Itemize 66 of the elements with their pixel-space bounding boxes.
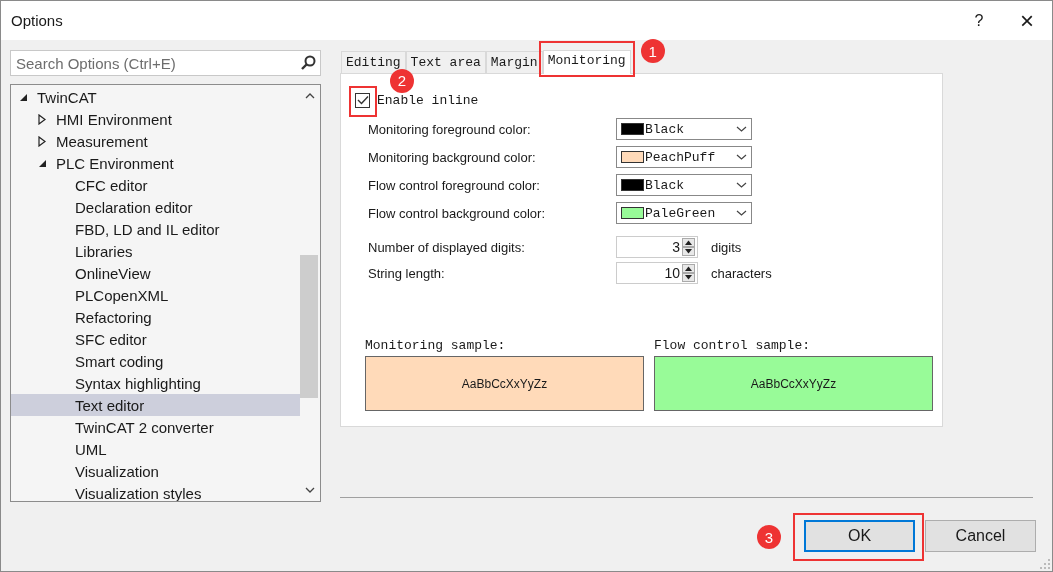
tree-item[interactable]: TwinCAT 2 converter (11, 416, 300, 438)
tree-item[interactable]: Text editor (11, 394, 300, 416)
highlight-frame (349, 85, 377, 117)
dialog-button[interactable]: Cancel (925, 520, 1036, 552)
resize-grip-icon[interactable] (1040, 559, 1050, 569)
setting-label: Monitoring background color: (368, 149, 537, 165)
tree-item[interactable]: SFC editor (11, 328, 300, 350)
spin-up-icon[interactable] (682, 238, 695, 247)
number-spinner[interactable]: 3 (616, 236, 698, 258)
spin-down-icon[interactable] (682, 273, 695, 282)
setting-label: String length: (368, 265, 446, 281)
setting-label: Flow control background color: (368, 205, 547, 221)
tree-item[interactable]: Smart coding (11, 350, 300, 372)
caret-icon (736, 126, 747, 132)
tree-item[interactable]: Libraries (11, 240, 300, 262)
check-icon (356, 95, 369, 105)
dialog-button[interactable]: OK (804, 520, 915, 552)
tree-item[interactable]: Refactoring (11, 306, 300, 328)
sample-label: Monitoring sample: (365, 338, 507, 353)
tree-item[interactable]: OnlineView (11, 262, 300, 284)
setting-label: Flow control foreground color: (368, 177, 541, 193)
scroll-down-icon[interactable] (305, 487, 315, 493)
tree-item[interactable]: PLC Environment (11, 152, 300, 174)
tree-item[interactable]: FBD, LD and IL editor (11, 218, 300, 240)
color-dropdown[interactable]: PeachPuff (616, 146, 752, 168)
sample-text: AaBbCcXxYyZz (461, 376, 548, 391)
tree-item[interactable]: Declaration editor (11, 196, 300, 218)
callout-badge: 1 (640, 39, 665, 63)
search-field[interactable]: Search Options (Ctrl+E) (10, 50, 321, 76)
color-dropdown[interactable]: Black (616, 174, 752, 196)
tree-item[interactable]: HMI Environment (11, 108, 300, 130)
scrollbar-thumb[interactable] (300, 255, 318, 398)
number-spinner[interactable]: 10 (616, 262, 698, 284)
unit-label: characters (711, 265, 773, 281)
sample-text: AaBbCcXxYyZz (750, 376, 837, 391)
tree-item[interactable]: TwinCAT (11, 86, 300, 108)
tab[interactable]: Margin (485, 51, 543, 73)
tree-item[interactable]: PLCopenXML (11, 284, 300, 306)
setting-label: Monitoring foreground color: (368, 121, 532, 137)
search-icon (300, 55, 316, 71)
unit-label: digits (711, 239, 743, 255)
tab[interactable]: Editing (341, 51, 406, 73)
caret-icon (736, 182, 747, 188)
tree-item[interactable]: Syntax highlighting (11, 372, 300, 394)
tree-item[interactable]: Visualization (11, 460, 300, 482)
close-button[interactable]: × (1004, 6, 1050, 35)
tree-item[interactable]: CFC editor (11, 174, 300, 196)
tab[interactable]: Text area (405, 51, 486, 73)
tree-item[interactable]: UML (11, 438, 300, 460)
window-title: Options (11, 12, 64, 29)
caret-icon (736, 210, 747, 216)
callout-badge: 3 (757, 525, 781, 549)
scroll-up-icon[interactable] (305, 93, 315, 99)
color-dropdown[interactable]: PaleGreen (616, 202, 752, 224)
sample-label: Flow control sample: (654, 338, 812, 353)
tab[interactable]: Monitoring (542, 50, 631, 74)
checkbox-label: Enable inline (377, 92, 479, 108)
tree-item[interactable]: Measurement (11, 130, 300, 152)
spin-down-icon[interactable] (682, 247, 695, 256)
color-dropdown[interactable]: Black (616, 118, 752, 140)
caret-icon (736, 154, 747, 160)
tree-item[interactable]: Visualization styles (11, 482, 300, 501)
setting-label: Number of displayed digits: (368, 239, 526, 255)
help-button[interactable]: ? (956, 11, 1002, 30)
checkbox[interactable] (355, 92, 370, 108)
spin-up-icon[interactable] (682, 264, 695, 273)
